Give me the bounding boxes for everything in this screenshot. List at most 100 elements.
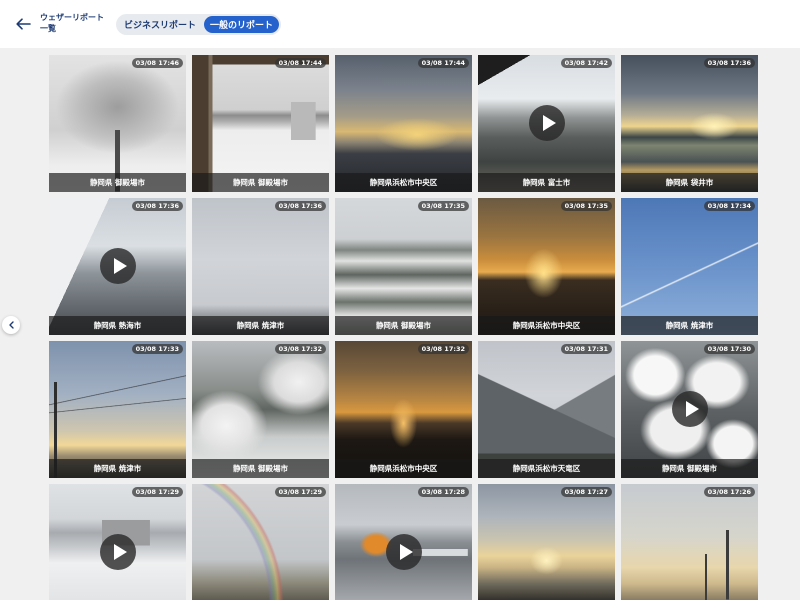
report-tile[interactable]: 03/08 17:30 静岡県 御殿場市 xyxy=(621,341,758,478)
play-icon[interactable] xyxy=(528,105,565,141)
report-time-badge: 03/08 17:42 xyxy=(560,58,612,68)
play-icon[interactable] xyxy=(99,534,136,570)
report-time-badge: 03/08 17:35 xyxy=(560,201,612,211)
report-location-label: 静岡県浜松市中央区 xyxy=(369,178,438,187)
tab-general-reports[interactable]: 一般のリポート xyxy=(204,16,280,33)
report-location: 静岡県 焼津市 xyxy=(621,316,758,335)
collapse-panel-button[interactable] xyxy=(2,316,20,334)
report-tile[interactable]: 03/08 17:29 xyxy=(192,484,329,600)
report-location-label: 静岡県 焼津市 xyxy=(236,321,285,330)
report-location: 静岡県 御殿場市 xyxy=(192,173,329,192)
report-location: 静岡県 御殿場市 xyxy=(335,316,472,335)
report-location: 静岡県 袋井市 xyxy=(621,173,758,192)
report-location: 静岡県浜松市天竜区 xyxy=(478,459,615,478)
report-location-label: 静岡県 御殿場市 xyxy=(661,464,718,473)
report-photo xyxy=(192,198,329,335)
report-location-label: 静岡県 御殿場市 xyxy=(375,321,432,330)
report-tile[interactable]: 03/08 17:42 静岡県 富士市 xyxy=(478,55,615,192)
report-location-label: 静岡県 御殿場市 xyxy=(89,178,146,187)
report-location-label: 静岡県 焼津市 xyxy=(665,321,714,330)
report-time-badge: 03/08 17:30 xyxy=(703,344,755,354)
report-tile[interactable]: 03/08 17:46 静岡県 御殿場市 xyxy=(49,55,186,192)
top-bar: ウェザーリポート 一覧 ビジネスリポート 一般のリポート xyxy=(0,0,800,48)
report-photo xyxy=(478,341,615,478)
report-location: 静岡県 富士市 xyxy=(478,173,615,192)
report-tile[interactable]: 03/08 17:44 静岡県 御殿場市 xyxy=(192,55,329,192)
report-tile[interactable]: 03/08 17:36 静岡県 袋井市 xyxy=(621,55,758,192)
report-location: 静岡県 御殿場市 xyxy=(621,459,758,478)
report-tile[interactable]: 03/08 17:36 静岡県 熱海市 xyxy=(49,198,186,335)
report-photo xyxy=(478,484,615,600)
report-time-badge: 03/08 17:29 xyxy=(131,487,183,497)
report-location: 静岡県 熱海市 xyxy=(49,316,186,335)
report-location-label: 静岡県浜松市中央区 xyxy=(369,464,438,473)
report-photo xyxy=(49,341,186,478)
report-location-label: 静岡県 富士市 xyxy=(522,178,571,187)
arrow-left-icon xyxy=(15,18,31,30)
report-photo xyxy=(192,484,329,600)
report-location-label: 静岡県浜松市中央区 xyxy=(512,321,581,330)
report-time-badge: 03/08 17:44 xyxy=(417,58,469,68)
report-location: 静岡県浜松市中央区 xyxy=(478,316,615,335)
report-time-badge: 03/08 17:35 xyxy=(417,201,469,211)
report-tile[interactable]: 03/08 17:33 静岡県 焼津市 xyxy=(49,341,186,478)
report-tile[interactable]: 03/08 17:32 静岡県 御殿場市 xyxy=(192,341,329,478)
report-photo xyxy=(335,198,472,335)
report-type-toggle: ビジネスリポート 一般のリポート xyxy=(116,14,282,35)
report-time-badge: 03/08 17:27 xyxy=(560,487,612,497)
play-icon[interactable] xyxy=(385,534,422,570)
report-tile[interactable]: 03/08 17:27 xyxy=(478,484,615,600)
report-tile[interactable]: 03/08 17:34 静岡県 焼津市 xyxy=(621,198,758,335)
report-tile[interactable]: 03/08 17:29 xyxy=(49,484,186,600)
report-tile[interactable]: 03/08 17:44 静岡県浜松市中央区 xyxy=(335,55,472,192)
report-time-badge: 03/08 17:34 xyxy=(703,201,755,211)
report-location: 静岡県 焼津市 xyxy=(192,316,329,335)
report-time-badge: 03/08 17:28 xyxy=(417,487,469,497)
report-tile[interactable]: 03/08 17:35 静岡県 御殿場市 xyxy=(335,198,472,335)
report-location: 静岡県浜松市中央区 xyxy=(335,173,472,192)
report-time-badge: 03/08 17:36 xyxy=(703,58,755,68)
report-location-label: 静岡県 熱海市 xyxy=(93,321,142,330)
report-tile[interactable]: 03/08 17:36 静岡県 焼津市 xyxy=(192,198,329,335)
back-button[interactable] xyxy=(12,14,34,34)
report-location-label: 静岡県 焼津市 xyxy=(93,464,142,473)
report-time-badge: 03/08 17:33 xyxy=(131,344,183,354)
report-location-label: 静岡県 袋井市 xyxy=(665,178,714,187)
report-time-badge: 03/08 17:32 xyxy=(274,344,326,354)
report-tile[interactable]: 03/08 17:35 静岡県浜松市中央区 xyxy=(478,198,615,335)
report-time-badge: 03/08 17:29 xyxy=(274,487,326,497)
tab-business-reports[interactable]: ビジネスリポート xyxy=(118,16,202,33)
report-time-badge: 03/08 17:46 xyxy=(131,58,183,68)
play-icon[interactable] xyxy=(99,248,136,284)
report-photo xyxy=(335,341,472,478)
report-time-badge: 03/08 17:31 xyxy=(560,344,612,354)
report-photo xyxy=(621,198,758,335)
report-location: 静岡県 焼津市 xyxy=(49,459,186,478)
page-title-line-1: ウェザーリポート xyxy=(40,13,104,22)
report-location-label: 静岡県 御殿場市 xyxy=(232,464,289,473)
play-icon[interactable] xyxy=(671,391,708,427)
report-location: 静岡県浜松市中央区 xyxy=(335,459,472,478)
report-photo xyxy=(621,55,758,192)
report-location: 静岡県 御殿場市 xyxy=(49,173,186,192)
report-photo xyxy=(621,484,758,600)
chevron-left-icon xyxy=(8,321,14,329)
report-tile[interactable]: 03/08 17:32 静岡県浜松市中央区 xyxy=(335,341,472,478)
report-photo xyxy=(192,55,329,192)
report-tile[interactable]: 03/08 17:31 静岡県浜松市天竜区 xyxy=(478,341,615,478)
page-title: ウェザーリポート 一覧 xyxy=(40,12,104,34)
report-time-badge: 03/08 17:44 xyxy=(274,58,326,68)
report-time-badge: 03/08 17:26 xyxy=(703,487,755,497)
report-grid: 03/08 17:46 静岡県 御殿場市 03/08 17:44 静岡県 御殿場… xyxy=(49,55,758,600)
report-tile[interactable]: 03/08 17:26 xyxy=(621,484,758,600)
report-location-label: 静岡県 御殿場市 xyxy=(232,178,289,187)
page-title-line-2: 一覧 xyxy=(40,24,56,33)
report-photo xyxy=(335,55,472,192)
report-time-badge: 03/08 17:36 xyxy=(274,201,326,211)
report-photo xyxy=(478,198,615,335)
report-photo xyxy=(192,341,329,478)
report-time-badge: 03/08 17:36 xyxy=(131,201,183,211)
report-tile[interactable]: 03/08 17:28 xyxy=(335,484,472,600)
report-location-label: 静岡県浜松市天竜区 xyxy=(512,464,581,473)
report-list-area: 03/08 17:46 静岡県 御殿場市 03/08 17:44 静岡県 御殿場… xyxy=(0,48,800,600)
